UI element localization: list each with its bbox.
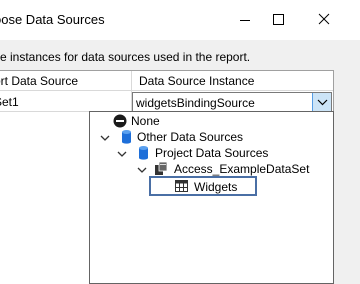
column-header-data-source-instance[interactable]: Data Source Instance: [139, 74, 254, 88]
tree-item-label: None: [131, 114, 160, 128]
database-icon: [139, 146, 148, 160]
window-title: oose Data Sources: [0, 12, 105, 27]
maximize-button[interactable]: [268, 0, 314, 40]
chevron-down-icon: [100, 135, 110, 141]
combobox-value: widgetsBindingSource: [136, 96, 255, 110]
data-source-instance-combobox[interactable]: widgetsBindingSource: [132, 92, 332, 112]
database-icon: [122, 130, 131, 144]
tree-item-widgets[interactable]: Widgets: [149, 176, 257, 196]
tree-item-label: Access_ExampleDataSet: [174, 162, 310, 176]
chevron-down-icon: [317, 99, 328, 106]
title-bar: oose Data Sources: [0, 0, 360, 40]
tree-item-label: Other Data Sources: [137, 130, 244, 144]
table-icon: [175, 180, 188, 192]
chevron-down-icon: [137, 167, 147, 173]
tree-item-project-data-sources[interactable]: Project Data Sources: [117, 145, 287, 161]
minimize-icon: [240, 20, 250, 21]
dataset-icon: [155, 161, 168, 175]
none-icon: [113, 114, 127, 128]
close-button[interactable]: [314, 0, 360, 40]
tree-item-none[interactable]: None: [113, 113, 193, 129]
tree-item-label: Project Data Sources: [155, 146, 269, 160]
chevron-down-icon: [117, 151, 127, 157]
tree-item-label: Widgets: [194, 180, 238, 194]
grid-header: ort Data Source Data Source Instance: [0, 71, 333, 91]
close-icon: [318, 13, 330, 25]
combobox-dropdown-button[interactable]: [312, 93, 331, 111]
column-header-report-data-source[interactable]: ort Data Source: [0, 74, 78, 88]
tree-item-other-data-sources[interactable]: Other Data Sources: [100, 129, 250, 145]
report-data-source-cell: Set1: [0, 95, 19, 109]
maximize-icon: [273, 14, 284, 25]
minimize-button[interactable]: [222, 0, 268, 40]
instructions-text: se instances for data sources used in th…: [0, 50, 251, 64]
tree-item-access-exampledataset[interactable]: Access_ExampleDataSet: [137, 161, 337, 177]
